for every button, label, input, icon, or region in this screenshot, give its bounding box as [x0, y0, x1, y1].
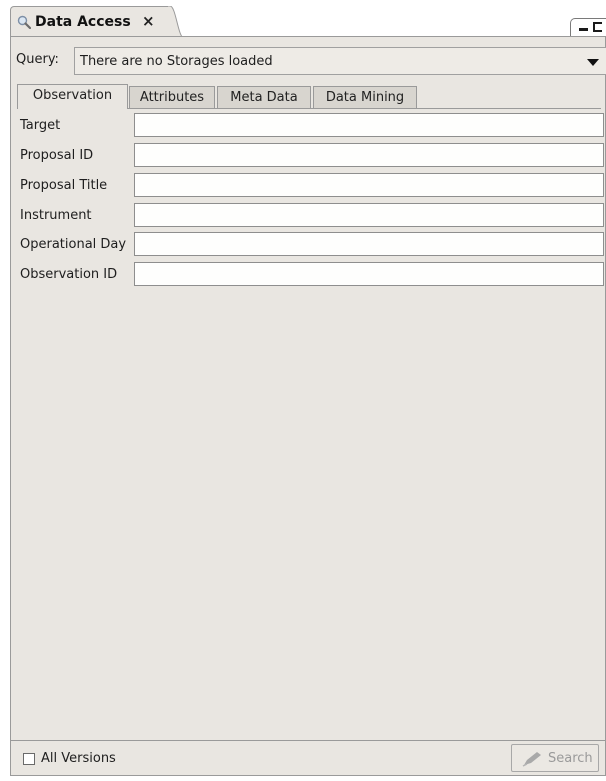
- field-instrument: Instrument: [11, 202, 606, 228]
- all-versions-label: All Versions: [41, 751, 116, 766]
- field-observation-id: Observation ID: [11, 261, 606, 287]
- proposal-id-input[interactable]: [134, 143, 604, 167]
- close-icon[interactable]: ×: [142, 12, 155, 30]
- target-input[interactable]: [134, 113, 604, 137]
- footer-divider: [11, 740, 605, 741]
- proposal-title-input[interactable]: [134, 173, 604, 197]
- minimize-icon[interactable]: [579, 28, 588, 31]
- tab-attributes[interactable]: Attributes: [129, 86, 215, 108]
- query-label: Query:: [16, 52, 59, 67]
- chevron-down-icon[interactable]: [587, 59, 599, 66]
- tab-meta-data[interactable]: Meta Data: [217, 86, 311, 108]
- field-label: Observation ID: [20, 267, 118, 282]
- field-proposal-id: Proposal ID: [11, 142, 606, 168]
- field-operational-day: Operational Day: [11, 231, 606, 257]
- field-target: Target: [11, 112, 606, 138]
- window-controls: [570, 18, 606, 38]
- field-label: Target: [20, 118, 61, 133]
- maximize-icon[interactable]: [593, 22, 602, 32]
- observation-id-input[interactable]: [134, 262, 604, 286]
- search-button-label: Search: [548, 751, 593, 766]
- data-access-view: Data Access × Query: There are no Storag…: [0, 0, 606, 781]
- tab-data-mining[interactable]: Data Mining: [313, 86, 417, 108]
- field-label: Proposal Title: [20, 178, 108, 193]
- magnifier-icon: [17, 15, 31, 29]
- tab-observation[interactable]: Observation: [17, 84, 128, 109]
- search-button[interactable]: Search: [511, 744, 599, 772]
- field-proposal-title: Proposal Title: [11, 172, 606, 198]
- view-tab-strip: Data Access ×: [8, 4, 606, 38]
- query-selected-value: There are no Storages loaded: [80, 54, 273, 69]
- instrument-input[interactable]: [134, 203, 604, 227]
- query-tabs: Observation Attributes Meta Data Data Mi…: [17, 84, 597, 109]
- field-label: Instrument: [20, 208, 92, 223]
- pen-icon: [522, 752, 541, 767]
- field-label: Operational Day: [20, 237, 127, 252]
- view-tab-title: Data Access: [35, 14, 131, 30]
- field-label: Proposal ID: [20, 148, 94, 163]
- all-versions-checkbox[interactable]: [23, 753, 35, 765]
- query-dropdown[interactable]: There are no Storages loaded: [74, 47, 606, 75]
- tab-edge: [168, 6, 184, 38]
- operational-day-input[interactable]: [134, 232, 604, 256]
- data-access-tab[interactable]: Data Access ×: [10, 6, 170, 38]
- data-access-panel: Query: There are no Storages loaded Obse…: [10, 36, 606, 776]
- query-row: Query: There are no Storages loaded: [16, 45, 606, 75]
